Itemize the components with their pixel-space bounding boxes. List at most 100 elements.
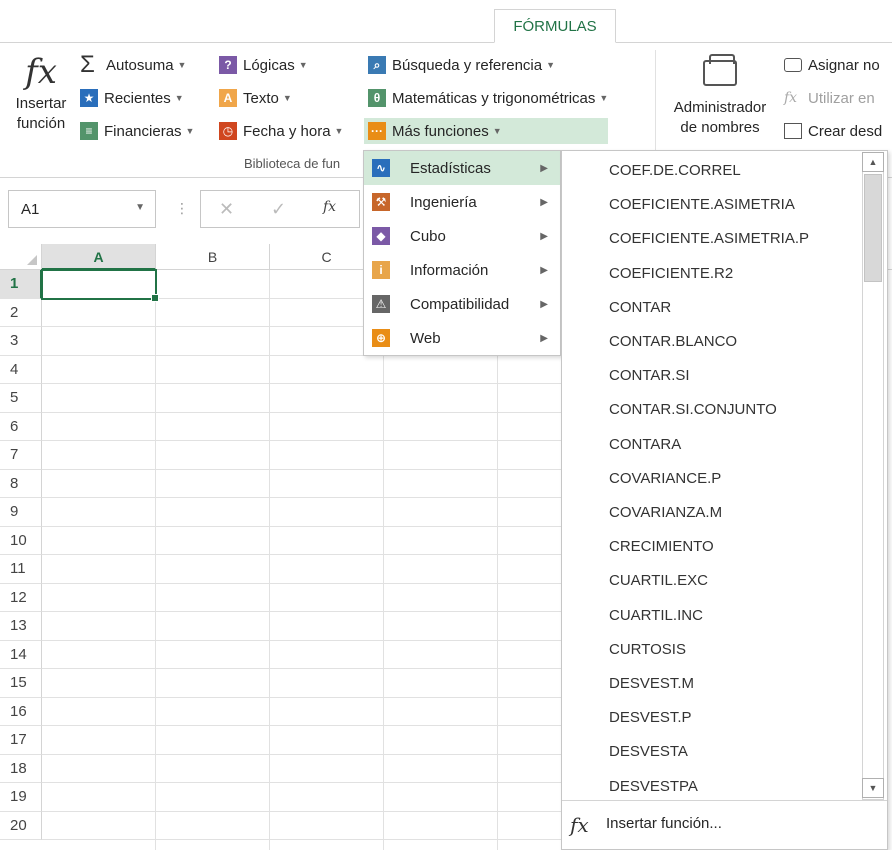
function-item[interactable]: COEFICIENTE.ASIMETRIA — [609, 195, 795, 215]
row-header[interactable]: 6 — [0, 412, 42, 441]
create-from-selection-button[interactable]: Crear desd — [784, 118, 882, 144]
row-header[interactable]: 20 — [0, 811, 42, 840]
insert-function-menu-item[interactable]: fx Insertar función... — [562, 800, 887, 849]
name-box[interactable]: A1 ▼ — [8, 190, 156, 228]
submenu-label: Estadísticas — [410, 159, 491, 177]
insert-function-label-2: función — [16, 115, 66, 132]
confirm-icon[interactable]: ✓ — [271, 199, 286, 220]
function-item[interactable]: COEFICIENTE.R2 — [609, 264, 733, 284]
grid-line — [42, 582, 562, 584]
grid-line — [42, 753, 562, 755]
lookup-reference-button[interactable]: ⌕ Búsqueda y referencia ▼ — [368, 52, 608, 78]
row-header[interactable]: 9 — [0, 498, 42, 527]
group-label-function-library: Biblioteca de fun — [244, 156, 341, 171]
function-item[interactable]: CURTOSIS — [609, 640, 686, 660]
function-item[interactable]: CONTAR.SI.CONJUNTO — [609, 400, 777, 420]
function-item[interactable]: CRECIMIENTO — [609, 537, 714, 557]
function-item[interactable]: CUARTIL.EXC — [609, 571, 708, 591]
row-header[interactable]: 18 — [0, 754, 42, 783]
function-item[interactable]: CONTAR.SI — [609, 366, 690, 386]
submenu-label: Cubo — [410, 227, 446, 245]
tab-bar-line — [0, 42, 892, 43]
row-header[interactable]: 3 — [0, 327, 42, 356]
function-item[interactable]: DESVESTA — [609, 742, 688, 762]
chevron-down-icon[interactable]: ▼ — [135, 202, 145, 213]
submenu-item-statistics[interactable]: ∿ Estadísticas ▶ — [364, 151, 560, 185]
submenu-item-web[interactable]: ⊕ Web ▶ — [364, 321, 560, 355]
vertical-dots-icon: ⋮ — [175, 200, 189, 216]
submenu-label: Compatibilidad — [410, 295, 510, 313]
more-functions-button[interactable]: ··· Más funciones ▼ — [364, 118, 609, 144]
row-header[interactable]: 17 — [0, 726, 42, 755]
row-header[interactable]: 16 — [0, 697, 42, 726]
fill-handle[interactable] — [151, 294, 159, 302]
function-item[interactable]: COVARIANCE.P — [609, 469, 721, 489]
name-manager-button[interactable]: Administrador de nombres — [664, 54, 776, 150]
function-list-scrollbar[interactable]: ▲ ▼ — [862, 152, 886, 800]
column-header-b[interactable]: B — [156, 244, 270, 270]
function-item[interactable]: CONTAR.BLANCO — [609, 332, 737, 352]
ribbon-col-1: Σ Autosuma ▼ ★ Recientes ▼ ≡ Financieras… — [80, 52, 194, 144]
submenu-item-engineering[interactable]: ⚒ Ingeniería ▶ — [364, 185, 560, 219]
row-header[interactable]: 1 — [0, 270, 42, 299]
function-item[interactable]: DESVEST.M — [609, 674, 694, 694]
submenu-item-information[interactable]: i Información ▶ — [364, 253, 560, 287]
use-in-formula-label: Utilizar en — [808, 89, 875, 107]
scroll-down-button[interactable]: ▼ — [862, 778, 884, 798]
submenu-label: Web — [410, 329, 441, 347]
column-header-a[interactable]: A — [42, 244, 156, 270]
submenu-item-cube[interactable]: ◆ Cubo ▶ — [364, 219, 560, 253]
scrollbar-thumb[interactable] — [864, 174, 882, 282]
active-cell-a1[interactable] — [41, 269, 159, 302]
grid-line — [383, 270, 384, 850]
function-item[interactable]: CONTAR — [609, 298, 671, 318]
define-name-label: Asignar no — [808, 56, 880, 74]
grid-line — [42, 411, 562, 413]
submenu-item-compatibility[interactable]: ⚠ Compatibilidad ▶ — [364, 287, 560, 321]
row-header[interactable]: 19 — [0, 783, 42, 812]
row-header[interactable]: 14 — [0, 640, 42, 669]
function-item[interactable]: CONTARA — [609, 435, 681, 455]
financial-button[interactable]: ≡ Financieras ▼ — [80, 118, 194, 144]
cancel-icon[interactable]: ✕ — [219, 199, 234, 220]
row-header[interactable]: 7 — [0, 441, 42, 470]
math-trig-button[interactable]: θ Matemáticas y trigonométricas ▼ — [368, 85, 608, 111]
row-header[interactable]: 13 — [0, 612, 42, 641]
function-item[interactable]: DESVEST.P — [609, 708, 692, 728]
fx-disabled-icon: fx — [784, 90, 798, 106]
row-header[interactable]: 15 — [0, 669, 42, 698]
select-all-corner[interactable] — [0, 244, 42, 270]
row-header[interactable]: 11 — [0, 555, 42, 584]
autosum-button[interactable]: Σ Autosuma ▼ — [80, 52, 194, 78]
function-item[interactable]: COVARIANZA.M — [609, 503, 722, 523]
date-time-button[interactable]: ◷ Fecha y hora ▼ — [219, 118, 343, 144]
logical-button[interactable]: ? Lógicas ▼ — [219, 52, 343, 78]
scroll-up-button[interactable]: ▲ — [862, 152, 884, 172]
use-in-formula-button[interactable]: fx Utilizar en — [784, 85, 882, 111]
chevron-right-icon: ▶ — [540, 196, 548, 208]
grid-line — [42, 839, 562, 840]
text-button[interactable]: A Texto ▼ — [219, 85, 343, 111]
compatibility-icon: ⚠ — [372, 295, 390, 313]
row-header[interactable]: 10 — [0, 526, 42, 555]
define-name-button[interactable]: Asignar no — [784, 52, 882, 78]
create-from-selection-label: Crear desd — [808, 122, 883, 140]
theta-icon: θ — [368, 89, 386, 107]
insert-function-fx-icon[interactable]: fx — [323, 199, 336, 215]
row-header[interactable]: 12 — [0, 583, 42, 612]
row-header[interactable]: 2 — [0, 298, 42, 327]
row-header[interactable]: 4 — [0, 355, 42, 384]
row-header[interactable]: 5 — [0, 384, 42, 413]
function-item[interactable]: CUARTIL.INC — [609, 606, 703, 626]
tab-formulas[interactable]: FÓRMULAS — [494, 9, 616, 43]
recent-button[interactable]: ★ Recientes ▼ — [80, 85, 194, 111]
function-item[interactable]: COEFICIENTE.ASIMETRIA.P — [609, 229, 809, 249]
date-time-label: Fecha y hora — [243, 122, 331, 140]
grid-line — [269, 270, 270, 850]
row-header[interactable]: 8 — [0, 469, 42, 498]
function-item[interactable]: DESVESTPA — [609, 777, 698, 797]
lookup-reference-label: Búsqueda y referencia — [392, 56, 543, 74]
function-item[interactable]: COEF.DE.CORREL — [609, 161, 741, 181]
insert-function-button[interactable]: fx Insertar función — [10, 50, 72, 150]
grid-line — [42, 440, 562, 441]
